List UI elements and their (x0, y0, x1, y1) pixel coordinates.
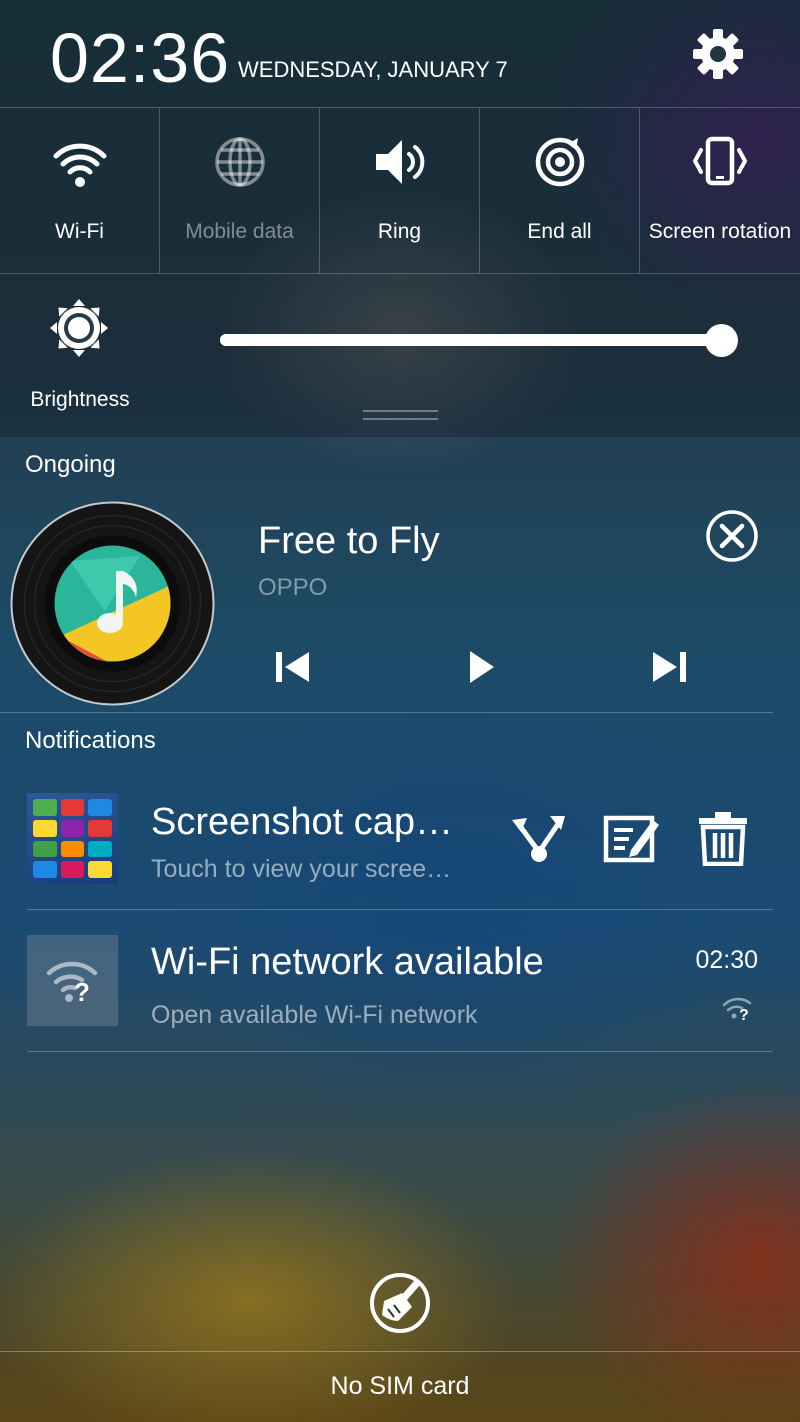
globe-icon (214, 137, 265, 187)
brightness-icon (50, 299, 108, 357)
share-button[interactable] (509, 810, 569, 866)
delete-button[interactable] (693, 810, 753, 867)
toggle-mobile-data[interactable]: Mobile data (160, 108, 320, 273)
play-icon (470, 651, 494, 683)
wifi-question-small-icon: ? (722, 997, 752, 1022)
gear-icon (693, 29, 743, 79)
toggle-label: End all (527, 220, 592, 243)
wifi-icon (53, 143, 106, 187)
notification-time: 02:30 (695, 946, 758, 974)
clock: 02:36 (50, 19, 231, 97)
share-icon (512, 816, 565, 862)
speaker-icon (375, 140, 424, 184)
sim-status: No SIM card (0, 1351, 800, 1422)
notification-title[interactable]: Screenshot cap… (151, 800, 481, 844)
brightness-slider[interactable] (220, 334, 722, 346)
toggle-label: Ring (377, 220, 422, 243)
edit-icon (603, 815, 659, 863)
next-icon (653, 652, 686, 682)
wifi-question-icon: ? (46, 961, 98, 1007)
quick-toggle-row: Wi-Fi Mobile data Ring End all Screen ro… (0, 107, 800, 274)
previous-icon (276, 652, 309, 682)
clear-all-button[interactable] (368, 1271, 432, 1335)
close-icon (706, 510, 758, 562)
broom-icon (370, 1273, 430, 1333)
toggle-label: Wi-Fi (55, 220, 104, 243)
screenshot-thumbnail[interactable] (27, 793, 118, 884)
svg-text:?: ? (739, 1007, 749, 1022)
divider (27, 909, 773, 910)
delete-icon (699, 812, 747, 867)
panel-drag-handle[interactable] (363, 410, 438, 422)
screen-rotation-icon (692, 136, 748, 186)
divider (27, 1051, 773, 1052)
brightness-slider-fill (220, 334, 722, 346)
toggle-ring[interactable]: Ring (320, 108, 480, 273)
play-button[interactable] (458, 645, 502, 689)
close-player-button[interactable] (705, 509, 759, 563)
brightness-slider-thumb[interactable] (705, 324, 738, 357)
song-artist: OPPO (258, 574, 328, 601)
edit-button[interactable] (601, 810, 661, 866)
end-all-icon (535, 137, 584, 187)
song-title: Free to Fly (258, 520, 440, 562)
ongoing-title: Ongoing (25, 451, 116, 478)
brightness-label: Brightness (30, 388, 130, 411)
toggle-label: Screen rotation (648, 220, 792, 243)
album-art[interactable] (10, 501, 215, 706)
settings-button[interactable] (690, 26, 746, 82)
previous-track-button[interactable] (270, 645, 314, 689)
notification-subtitle: Touch to view your scree… (151, 855, 452, 883)
toggle-wifi[interactable]: Wi-Fi (0, 108, 160, 273)
divider (0, 712, 773, 713)
toggle-label: Mobile data (185, 220, 294, 243)
svg-text:?: ? (74, 977, 90, 1007)
date: WEDNESDAY, JANUARY 7 (238, 57, 508, 82)
toggle-end-all[interactable]: End all (480, 108, 640, 273)
notification-title[interactable]: Wi-Fi network available (151, 940, 671, 984)
notifications-title: Notifications (25, 727, 156, 754)
toggle-screen-rotation[interactable]: Screen rotation (640, 108, 800, 273)
wifi-notification-icon[interactable]: ? (27, 935, 118, 1026)
next-track-button[interactable] (648, 645, 692, 689)
notification-subtitle: Open available Wi-Fi network (151, 1001, 478, 1029)
